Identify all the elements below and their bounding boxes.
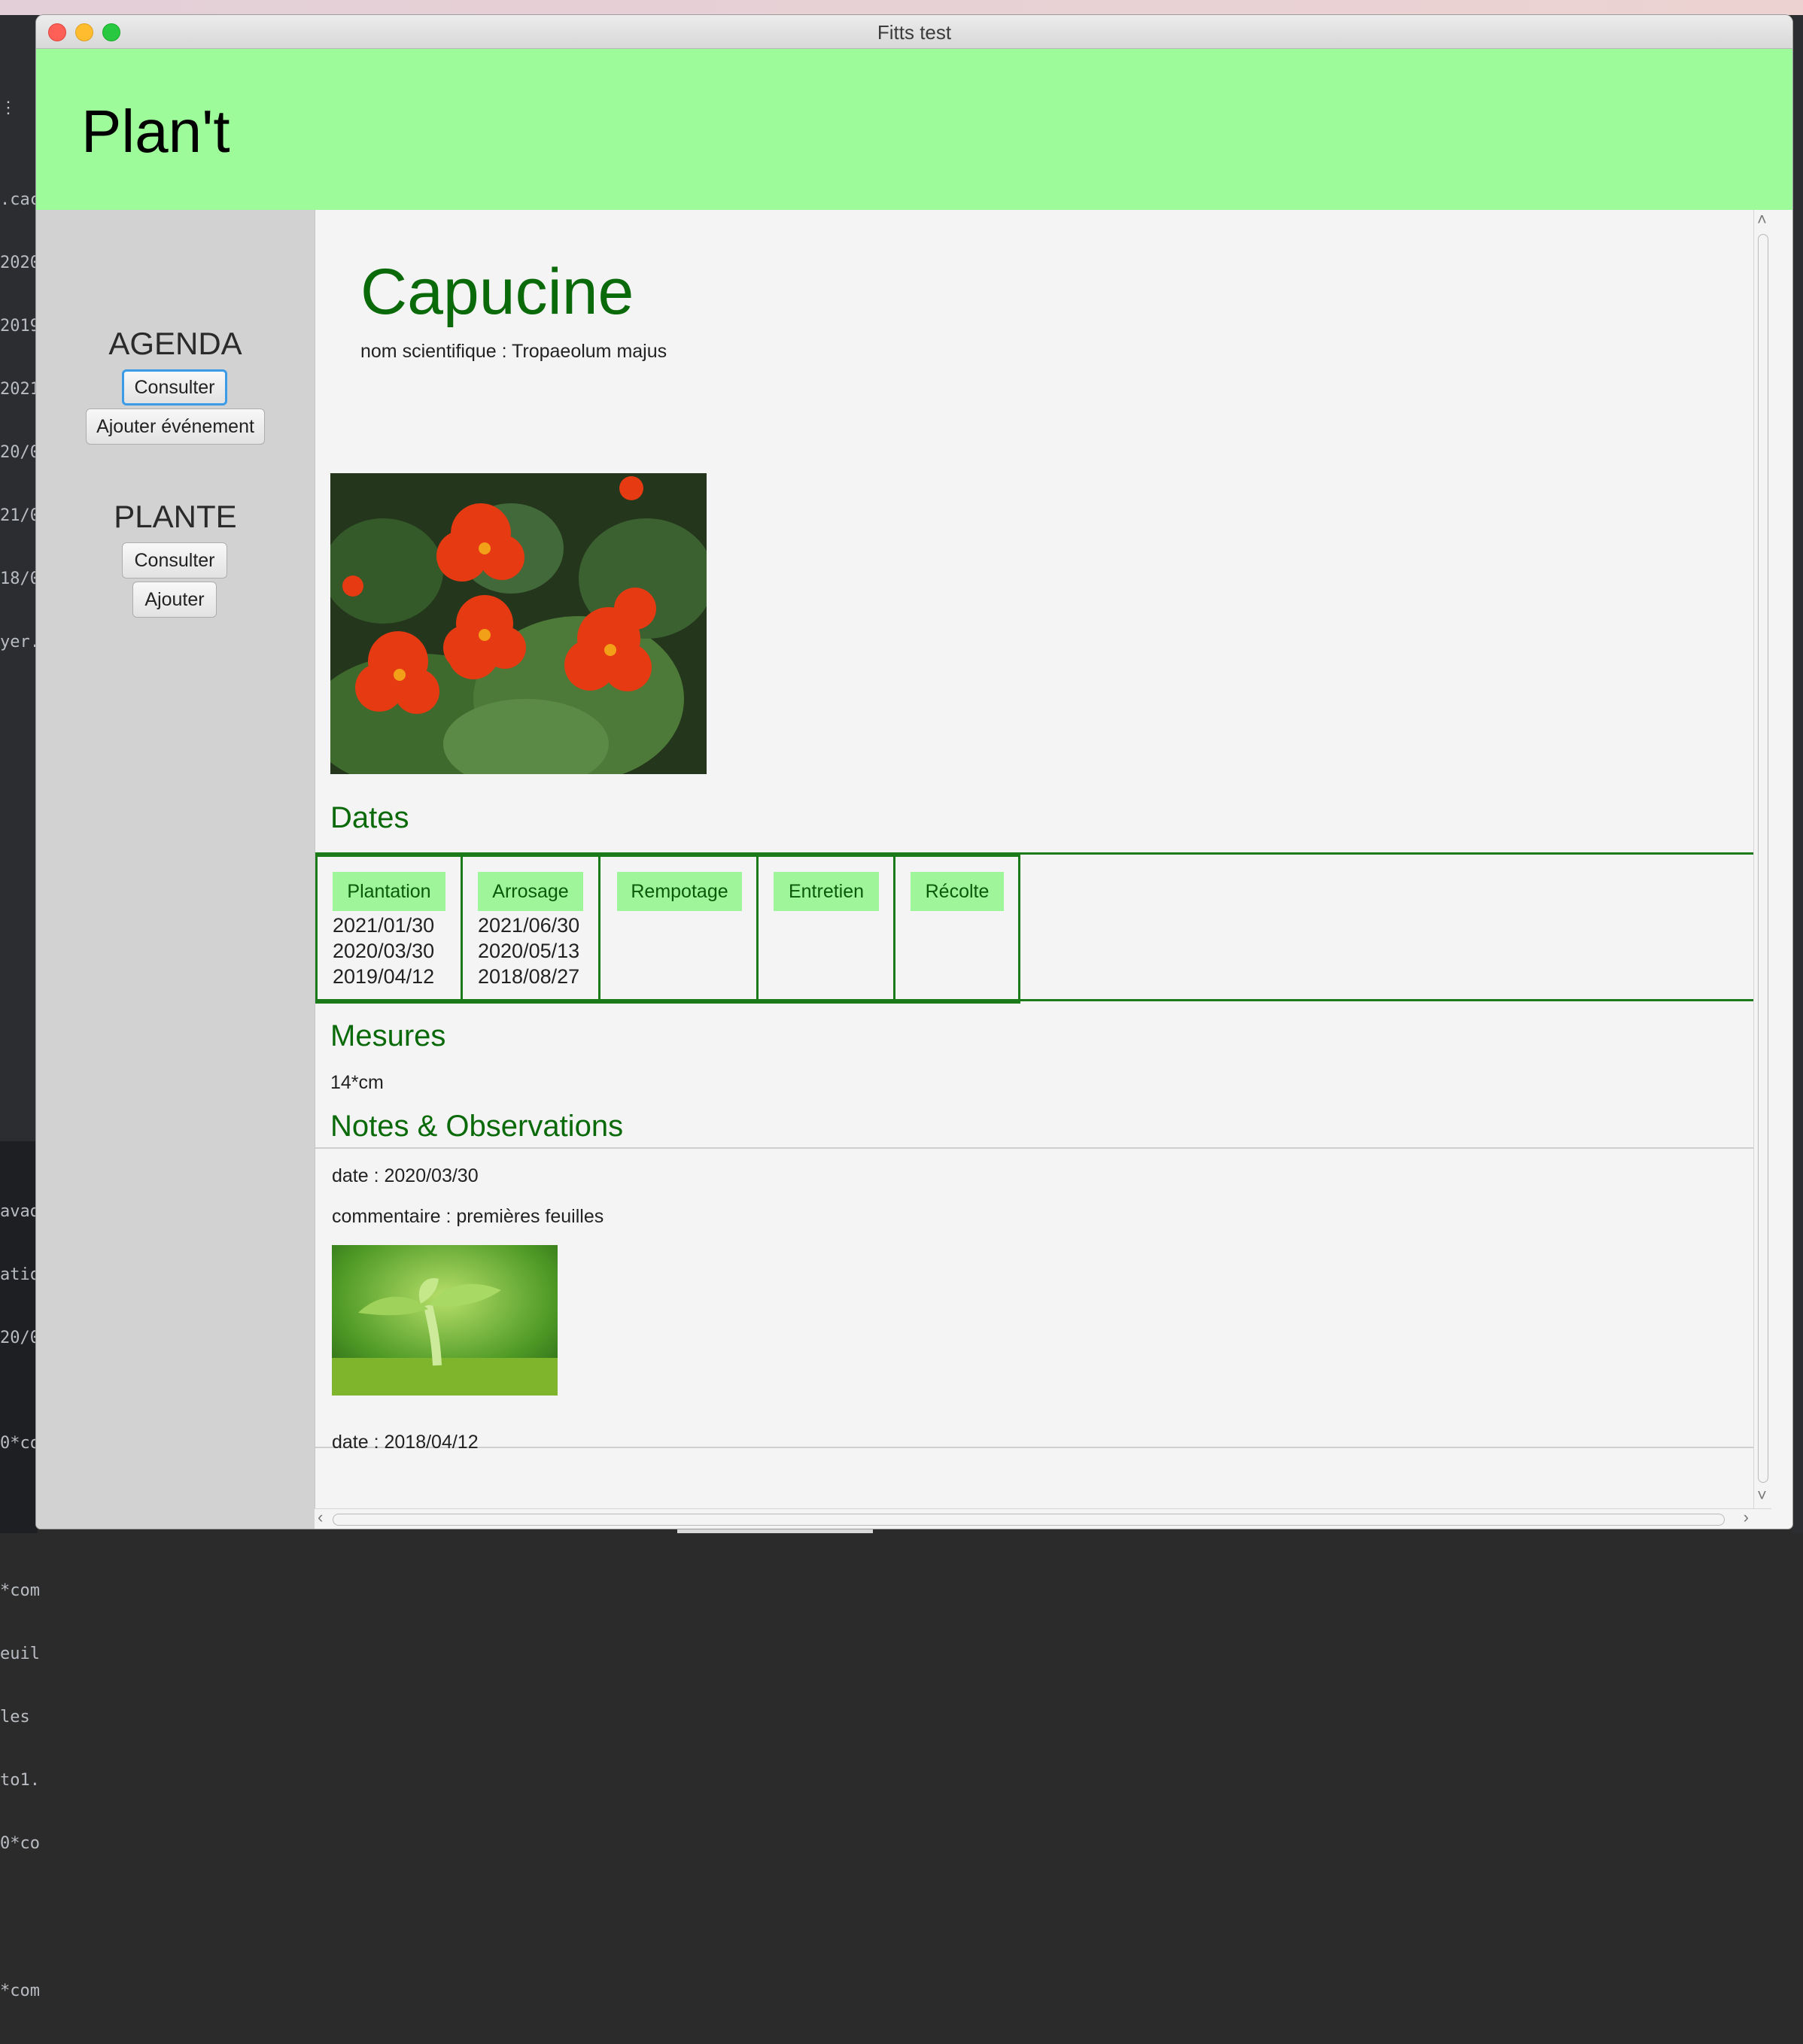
add-plant-button[interactable]: Ajouter: [132, 582, 217, 618]
notes-list[interactable]: date : 2020/03/30 commentaire : première…: [315, 1147, 1772, 1453]
vertical-scroll-thumb[interactable]: [1758, 234, 1768, 1483]
agenda-consult-button[interactable]: Consulter: [122, 369, 227, 405]
note-photo: [332, 1245, 558, 1396]
date-tag-plantation[interactable]: Plantation: [333, 872, 445, 911]
background-code-top: .cac 2020 2019 2021 20/0 21/0 18/0 yer.: [0, 190, 40, 651]
sidebar: AGENDA Consulter Ajouter événement PLANT…: [36, 210, 315, 1529]
desktop-top-strip: [0, 0, 1803, 15]
horizontal-scrollbar[interactable]: ‹ ›: [315, 1508, 1771, 1529]
note-comment: commentaire : premières feuilles: [332, 1206, 604, 1227]
app-title: Plan't: [81, 98, 230, 165]
dates-panel: Plantation 2021/01/30 2020/03/30 2019/04…: [315, 852, 1772, 1004]
plante-heading: PLANTE: [114, 499, 237, 534]
date-column-arrosage: Arrosage 2021/06/30 2020/05/13 2018/08/2…: [461, 855, 600, 1004]
horizontal-scroll-thumb[interactable]: [333, 1514, 1725, 1526]
date-column-recolte: Récolte: [893, 855, 1020, 1004]
scroll-left-icon[interactable]: ‹: [318, 1508, 323, 1527]
background-window-edge: [1792, 15, 1803, 1533]
notes-title: Notes & Observations: [330, 1110, 624, 1143]
background-console: avado ation 20/0 0*co *com euil les to1.…: [0, 1141, 50, 2000]
plant-name: Capucine: [360, 256, 634, 328]
scroll-up-icon[interactable]: ˄: [1757, 210, 1767, 229]
date-tag-rempotage[interactable]: Rempotage: [617, 872, 742, 911]
agenda-heading: AGENDA: [108, 326, 242, 361]
window-title: Fitts test: [877, 21, 952, 44]
date-column-entretien: Entretien: [756, 855, 895, 1004]
date-tag-recolte[interactable]: Récolte: [911, 872, 1004, 911]
vertical-scrollbar[interactable]: ˄ ˅: [1753, 210, 1772, 1508]
date-entry: 2020/03/30: [333, 940, 435, 962]
app-window: Fitts test Plan't AGENDA Consulter Ajout…: [36, 15, 1792, 1529]
add-event-button[interactable]: Ajouter événement: [86, 408, 265, 445]
date-tag-arrosage[interactable]: Arrosage: [478, 872, 583, 911]
plant-detail-panel[interactable]: Capucine nom scientifique : Tropaeolum m…: [315, 210, 1772, 1508]
scientific-name: nom scientifique : Tropaeolum majus: [360, 341, 667, 362]
mesures-title: Mesures: [330, 1019, 446, 1052]
date-entry: 2019/04/12: [333, 965, 435, 988]
date-list-plantation: 2021/01/30 2020/03/30 2019/04/12: [333, 913, 434, 989]
editor-toolbar-icons: ⋮: [0, 99, 17, 117]
date-entry: 2018/08/27: [478, 965, 580, 988]
date-tag-entretien[interactable]: Entretien: [774, 872, 879, 911]
date-list-arrosage: 2021/06/30 2020/05/13 2018/08/27: [478, 913, 579, 989]
date-column-plantation: Plantation 2021/01/30 2020/03/30 2019/04…: [315, 855, 463, 1004]
note-date: date : 2020/03/30: [332, 1165, 479, 1186]
scroll-right-icon[interactable]: ›: [1744, 1508, 1749, 1527]
date-entry: 2021/01/30: [333, 914, 435, 937]
scroll-down-icon[interactable]: ˅: [1757, 1486, 1767, 1505]
app-header: Plan't: [36, 49, 1792, 210]
plant-photo: [330, 473, 707, 774]
date-entry: 2021/06/30: [478, 914, 580, 937]
dates-title: Dates: [330, 801, 409, 834]
measure-value: 14*cm: [330, 1072, 384, 1093]
title-bar[interactable]: Fitts test: [36, 15, 1792, 49]
date-column-rempotage: Rempotage: [598, 855, 759, 1004]
note-date: date : 2018/04/12: [332, 1432, 479, 1453]
plant-consult-button[interactable]: Consulter: [122, 542, 227, 579]
date-entry: 2020/05/13: [478, 940, 580, 962]
